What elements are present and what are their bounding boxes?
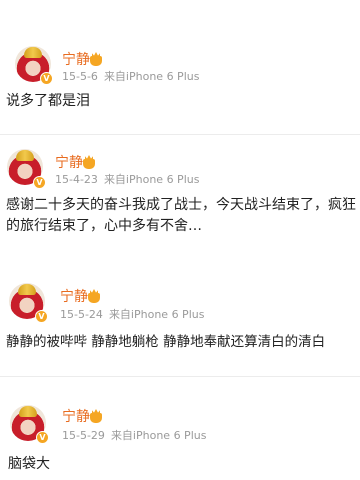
post-meta: 15-4-23 来自iPhone 6 Plus [55,173,205,187]
avatar-headdress [19,406,37,417]
post-source: 来自iPhone 6 Plus [103,70,200,83]
post-text: 脑袋大 [8,456,50,472]
post-date: 15-5-24 [60,308,103,321]
weibo-post: V 宁静 15-5-29 来自iPhone 6 Plus 脑袋大 [0,395,360,480]
vip-crown-icon [88,293,100,303]
avatar-headdress [16,150,34,161]
post-meta: 15-5-24 来自iPhone 6 Plus [60,308,210,322]
weibo-post: V 宁静 15-4-23 来自iPhone 6 Plus 感谢二十多天的奋斗我成了… [0,135,360,250]
verified-badge-icon: V [36,431,49,444]
post-source: 来自iPhone 6 Plus [108,308,205,321]
weibo-post: V 宁静 15-5-24 来自iPhone 6 Plus 静静的被哔哔 静静地躺枪… [0,278,360,373]
avatar-headdress [18,284,36,295]
post-meta: 15-5-29 来自iPhone 6 Plus [62,429,212,443]
post-date: 15-4-23 [55,173,98,186]
verified-badge-icon: V [40,72,53,85]
username[interactable]: 宁静 [55,155,83,171]
verified-badge-icon: V [33,176,46,189]
verified-badge-icon: V [35,310,48,323]
post-date: 15-5-29 [62,429,105,442]
avatar-headdress [24,47,42,58]
username[interactable]: 宁静 [62,52,90,68]
vip-crown-icon [90,56,102,66]
post-date: 15-5-6 [62,70,98,83]
post-source: 来自iPhone 6 Plus [103,173,200,186]
post-source: 来自iPhone 6 Plus [110,429,207,442]
vip-crown-icon [90,413,102,423]
post-text: 感谢二十多天的奋斗我成了战士，今天战斗结束了，疯狂的旅行结束了，心中多有不舍… [6,197,356,234]
divider [0,376,360,377]
post-meta: 15-5-6 来自iPhone 6 Plus [62,70,205,84]
vip-crown-icon [83,159,95,169]
post-text: 静静的被哔哔 静静地躺枪 静静地奉献还算清白的清白 [6,334,326,350]
username[interactable]: 宁静 [62,409,90,425]
weibo-post: V 宁静 15-5-6 来自iPhone 6 Plus 说多了都是泪 [0,0,360,135]
username[interactable]: 宁静 [60,289,88,305]
post-text: 说多了都是泪 [6,93,90,109]
